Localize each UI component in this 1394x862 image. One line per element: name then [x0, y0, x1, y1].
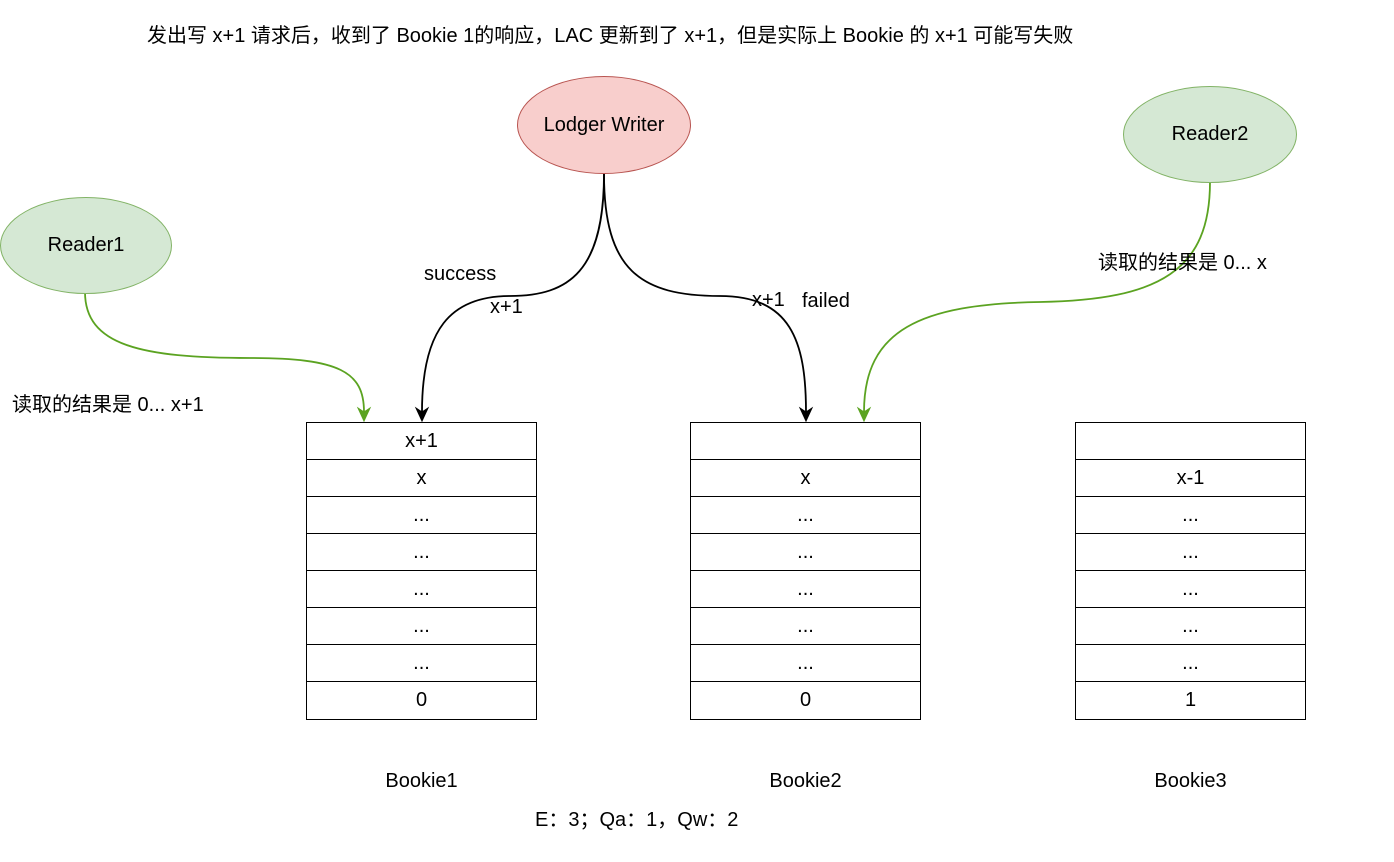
bookie3-label: Bookie3 — [1154, 770, 1227, 792]
bookie3-entry: ... — [1075, 496, 1306, 535]
bookie2-stack: x ... ... ... ... ... 0 — [690, 422, 921, 720]
bookie2-entry: ... — [690, 533, 921, 572]
bookie2-label: Bookie2 — [769, 770, 842, 792]
bookie3-entry — [1075, 422, 1306, 461]
reader2-node[interactable]: Reader2 — [1123, 86, 1297, 183]
reader1-result-label: 读取的结果是 0... x+1 — [12, 394, 204, 416]
bookie1-entry: x+1 — [306, 422, 537, 461]
reader1-node[interactable]: Reader1 — [0, 197, 172, 294]
edge-writer-to-bookie1 — [421, 173, 605, 413]
bookie1-entry: ... — [306, 570, 537, 609]
bookie1-entry: ... — [306, 644, 537, 683]
reader2-label: Reader2 — [1171, 123, 1249, 145]
success-label: success — [424, 263, 497, 285]
bookie3-entry: 1 — [1075, 681, 1306, 720]
bookie3-entry: ... — [1075, 570, 1306, 609]
bookie3-entry: ... — [1075, 533, 1306, 572]
ledger-writer-label: Lodger Writer — [543, 113, 665, 136]
bookie3-entry: ... — [1075, 607, 1306, 646]
bookie2-entry — [690, 422, 921, 461]
bookie2-entry: ... — [690, 570, 921, 609]
bookie2-entry: ... — [690, 644, 921, 683]
bookie1-label: Bookie1 — [385, 770, 458, 792]
bookie1-stack: x+1 x ... ... ... ... ... 0 — [306, 422, 537, 720]
quorum-config-label: E：3；Qa：1，Qw：2 — [535, 809, 739, 831]
bookie3-entry: x-1 — [1075, 459, 1306, 498]
bookie2-entry: ... — [690, 607, 921, 646]
bookie2-entry: 0 — [690, 681, 921, 720]
bookie1-entry: x — [306, 459, 537, 498]
bookie3-entry: ... — [1075, 644, 1306, 683]
bookie1-entry: ... — [306, 496, 537, 535]
failed-label: failed — [802, 290, 850, 312]
bookie1-entry: ... — [306, 607, 537, 646]
failed-entry-label: x+1 — [752, 289, 785, 311]
bookie2-entry: x — [690, 459, 921, 498]
edge-reader2-to-bookie2 — [863, 181, 1211, 413]
bookie3-stack: x-1 ... ... ... ... ... 1 — [1075, 422, 1306, 720]
reader1-label: Reader1 — [47, 234, 125, 256]
bookie1-entry: ... — [306, 533, 537, 572]
bookie2-entry: ... — [690, 496, 921, 535]
bookie1-entry: 0 — [306, 681, 537, 720]
success-entry-label: x+1 — [490, 296, 523, 318]
reader2-result-label: 读取的结果是 0... x — [1098, 252, 1267, 274]
ledger-writer-node[interactable]: Lodger Writer — [517, 76, 691, 174]
